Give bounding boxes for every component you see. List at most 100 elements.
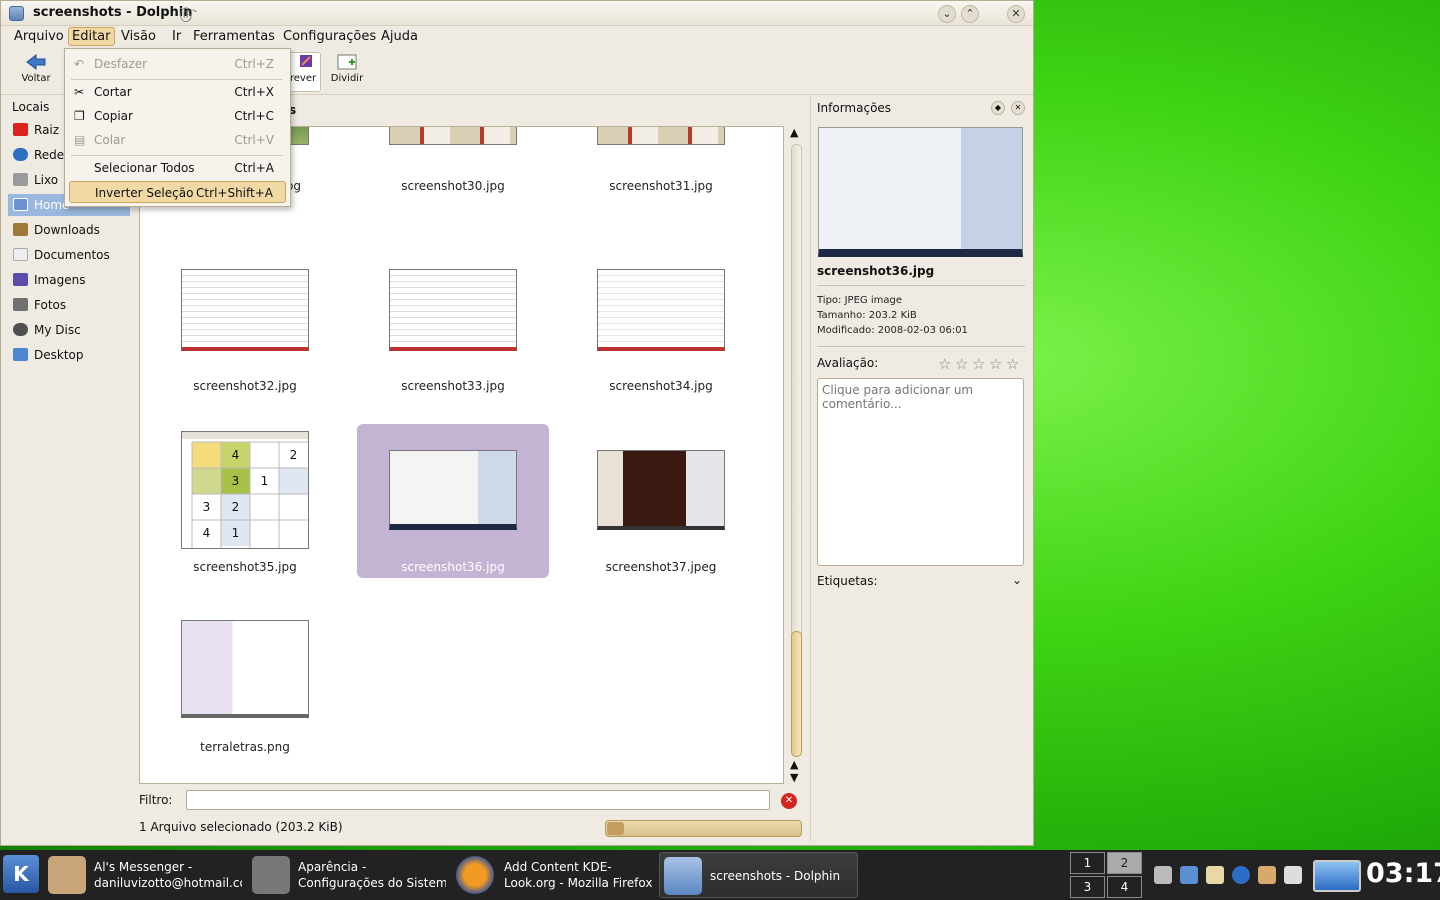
- menu-selecionar-todos[interactable]: Selecionar Todos Ctrl+A: [69, 157, 286, 179]
- task-firefox[interactable]: Add Content KDE- Look.org - Mozilla Fire…: [452, 852, 654, 898]
- menu-configuracoes[interactable]: Configurações: [280, 28, 379, 45]
- comment-field[interactable]: [817, 378, 1024, 566]
- scroll-up-icon[interactable]: ▲: [790, 126, 798, 139]
- documents-icon: [13, 248, 28, 261]
- file-thumbnail: [181, 269, 309, 351]
- file-item[interactable]: screenshot30.jpg: [357, 127, 549, 257]
- cut-icon: ✂: [74, 85, 85, 99]
- disc-icon: [13, 323, 28, 336]
- menu-desfazer[interactable]: ↶ Desfazer Ctrl+Z: [69, 53, 286, 75]
- float-panel-icon[interactable]: ◆: [991, 101, 1005, 115]
- place-imagens[interactable]: Imagens: [8, 269, 130, 291]
- menu-visao[interactable]: Visão: [118, 28, 159, 45]
- file-item[interactable]: terraletras.png: [149, 604, 341, 758]
- scroll-down-icon[interactable]: ▼: [790, 771, 798, 784]
- menu-inverter-selecao[interactable]: Inverter Seleção Ctrl+Shift+A: [69, 181, 286, 203]
- tools-icon: [252, 856, 290, 894]
- downloads-folder-icon: [13, 223, 28, 236]
- taskbar: K Al's Messenger - daniluvizotto@hotmail…: [0, 850, 1440, 900]
- rating-star-icon[interactable]: ☆: [989, 355, 1002, 373]
- menu-colar[interactable]: ▤ Colar Ctrl+V: [69, 129, 286, 151]
- vertical-scrollbar[interactable]: ▲ ▲ ▼: [787, 126, 805, 786]
- desktop-2[interactable]: 2: [1107, 852, 1142, 874]
- info-type: Tipo: JPEG image: [817, 295, 902, 306]
- network-icon[interactable]: [1232, 866, 1250, 884]
- calendar-icon[interactable]: [1180, 866, 1198, 884]
- menu-ajuda[interactable]: Ajuda: [378, 28, 421, 45]
- clear-filter-icon[interactable]: ✕: [781, 793, 797, 809]
- copy-icon: ❐: [74, 109, 85, 123]
- task-appearance-settings[interactable]: Aparência - Configurações do Sistema: [248, 852, 446, 898]
- split-label: Dividir: [330, 73, 364, 84]
- progress-fill: [607, 822, 624, 835]
- spiral-icon: ௹: [179, 4, 198, 22]
- places-panel: Locais Raiz Rede Lixo Home Downloads Doc…: [7, 97, 131, 841]
- show-desktop-icon[interactable]: [1313, 860, 1361, 892]
- rating-star-icon[interactable]: ☆: [938, 355, 951, 373]
- menu-copiar[interactable]: ❐ Copiar Ctrl+C: [69, 105, 286, 127]
- divider: [71, 79, 283, 80]
- file-item[interactable]: screenshot32.jpg: [149, 263, 341, 417]
- clipboard-icon[interactable]: [1206, 866, 1224, 884]
- place-desktop[interactable]: Desktop: [8, 344, 130, 366]
- split-button[interactable]: Dividir: [329, 53, 365, 84]
- dolphin-icon: [664, 857, 702, 895]
- menu-arquivo[interactable]: Arquivo: [11, 28, 67, 45]
- info-file-name: screenshot36.jpg: [817, 264, 935, 278]
- preview-icon: [300, 55, 312, 67]
- maximize-button[interactable]: ⌃: [961, 5, 979, 23]
- task-messenger[interactable]: Al's Messenger - daniluvizotto@hotmail.c…: [44, 852, 242, 898]
- tags-label: Etiquetas:: [817, 574, 878, 588]
- file-item[interactable]: screenshot33.jpg: [357, 263, 549, 417]
- menu-ir[interactable]: Ir: [169, 28, 184, 45]
- chevron-down-icon[interactable]: ⌄: [1012, 573, 1022, 587]
- divider: [71, 155, 283, 156]
- home-folder-icon: [13, 198, 28, 211]
- filter-label: Filtro:: [139, 793, 173, 807]
- info-modified: Modificado: 2008-02-03 06:01: [817, 325, 968, 336]
- rating-star-icon[interactable]: ☆: [955, 355, 968, 373]
- file-icon-view[interactable]: jpg screenshot30.jpg screenshot31.jpg sc…: [139, 126, 784, 784]
- back-button[interactable]: Voltar: [17, 53, 55, 84]
- close-button[interactable]: ✕: [1007, 5, 1025, 23]
- progress-bar: [605, 820, 802, 837]
- place-my-disc[interactable]: My Disc: [8, 319, 130, 341]
- desktop-3[interactable]: 3: [1070, 876, 1105, 898]
- title-bar[interactable]: screenshots - Dolphin ௹ ⌄ ⌃ ✕: [1, 1, 1033, 26]
- info-panel-title: Informações: [817, 101, 892, 115]
- scroll-up-icon[interactable]: ▲: [790, 758, 798, 771]
- trash-icon: [13, 173, 28, 186]
- minimize-button[interactable]: ⌄: [938, 5, 956, 23]
- file-item[interactable]: screenshot31.jpg: [565, 127, 757, 257]
- mail-icon[interactable]: [1284, 866, 1302, 884]
- dolphin-app-icon[interactable]: [9, 6, 24, 21]
- place-documentos[interactable]: Documentos: [8, 244, 130, 266]
- task-dolphin[interactable]: screenshots - Dolphin: [659, 852, 858, 898]
- menu-editar[interactable]: Editar: [68, 27, 115, 46]
- file-item-selected[interactable]: screenshot36.jpg: [357, 424, 549, 578]
- divider: [817, 346, 1025, 347]
- kde-menu-button[interactable]: K: [3, 855, 39, 893]
- file-item[interactable]: 4 2 3 1 3 2 4 1 screenshot35.jpg: [149, 424, 341, 578]
- close-panel-icon[interactable]: ✕: [1011, 101, 1025, 115]
- clock: 03:17: [1366, 858, 1440, 889]
- volume-icon[interactable]: [1154, 866, 1172, 884]
- place-fotos[interactable]: Fotos: [8, 294, 130, 316]
- file-item[interactable]: screenshot34.jpg: [565, 263, 757, 417]
- file-item[interactable]: screenshot37.jpeg: [565, 424, 757, 578]
- place-downloads[interactable]: Downloads: [8, 219, 130, 241]
- sudoku-cell: 1: [231, 526, 240, 540]
- user-status-icon[interactable]: [1258, 866, 1276, 884]
- undo-icon: ↶: [74, 57, 85, 71]
- filter-input[interactable]: [186, 790, 770, 810]
- menu-cortar[interactable]: ✂ Cortar Ctrl+X: [69, 81, 286, 103]
- desktop-4[interactable]: 4: [1107, 876, 1142, 898]
- desktop-1[interactable]: 1: [1070, 852, 1105, 874]
- scroll-thumb[interactable]: [791, 631, 802, 757]
- menu-ferramentas[interactable]: Ferramentas: [190, 28, 278, 45]
- rating-star-icon[interactable]: ☆: [972, 355, 985, 373]
- sudoku-cell: 3: [231, 474, 240, 488]
- split-view-icon: [337, 54, 357, 70]
- rating-star-icon[interactable]: ☆: [1006, 355, 1019, 373]
- status-text: 1 Arquivo selecionado (203.2 KiB): [139, 820, 343, 834]
